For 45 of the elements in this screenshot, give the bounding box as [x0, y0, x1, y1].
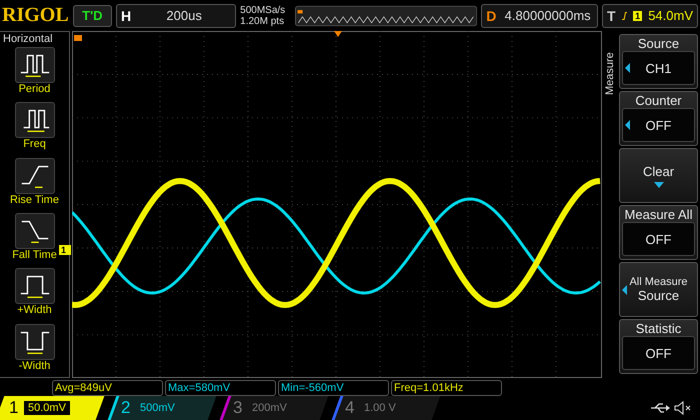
measure-item-label[interactable]: Freq [23, 138, 46, 150]
softkey[interactable]: Statistic OFF [619, 319, 698, 374]
measure-item-label[interactable]: +Width [17, 304, 52, 316]
measurement-readout: Freq=1.01kHz [391, 380, 502, 396]
measurement-readout: Avg=849uV [52, 380, 163, 396]
channel-tab[interactable]: 1 50.0mV [0, 396, 104, 420]
softkey[interactable]: Counter OFF [619, 91, 698, 146]
channel-tab[interactable]: 3 200mV [220, 396, 328, 420]
fall-time-icon[interactable] [14, 212, 54, 249]
channel-tab[interactable]: 2 500mV [108, 396, 216, 420]
softkey[interactable]: Measure All OFF [619, 205, 698, 260]
positive-width-icon[interactable] [14, 268, 54, 304]
trigger-panel[interactable]: T 1 54.0mV [602, 4, 698, 28]
softkey-value: CH1 [645, 60, 672, 76]
channel-marker[interactable]: 1 [59, 245, 71, 255]
softkey[interactable]: All Measure Source [619, 262, 698, 317]
measurement-readout: Max=580mV [165, 380, 276, 396]
measure-item-label[interactable]: Rise Time [10, 194, 59, 206]
softkey-value: OFF [646, 118, 672, 132]
softkey[interactable]: Source CH1 [619, 34, 698, 89]
measure-tab[interactable]: Measure [602, 35, 617, 95]
measure-item-label[interactable]: -Width [18, 360, 50, 372]
channel-tab[interactable]: 4 1.00 V [332, 396, 440, 420]
dropdown-arrow-icon [654, 182, 664, 188]
menu-title: Horizontal [2, 33, 54, 45]
measure-item-label[interactable]: Fall Time [12, 248, 57, 261]
muted-speaker-icon [674, 401, 692, 415]
frequency-icon[interactable] [14, 102, 54, 138]
sample-rate: 500MSa/s [240, 4, 286, 16]
delay-panel[interactable]: D 4.80000000ms [481, 4, 598, 28]
trigger-source: 1 [633, 10, 642, 20]
usb-icon [650, 402, 670, 414]
softkey-value: OFF [646, 232, 672, 246]
rise-time-icon[interactable] [14, 158, 54, 194]
softkey-value: OFF [646, 346, 672, 360]
period-icon[interactable] [14, 47, 54, 83]
rising-edge-icon [622, 10, 628, 22]
trigger-status: T'D [72, 4, 112, 26]
memory-depth: 1.20M pts [240, 16, 286, 26]
timebase-panel[interactable]: H 200us [116, 4, 236, 28]
negative-width-icon[interactable] [14, 324, 54, 360]
measure-item-label[interactable]: Period [18, 83, 50, 95]
measurement-readout: Min=-560mV [278, 380, 389, 396]
softkey[interactable]: Clear [619, 148, 698, 203]
brand-logo: RIGOL [2, 4, 69, 27]
